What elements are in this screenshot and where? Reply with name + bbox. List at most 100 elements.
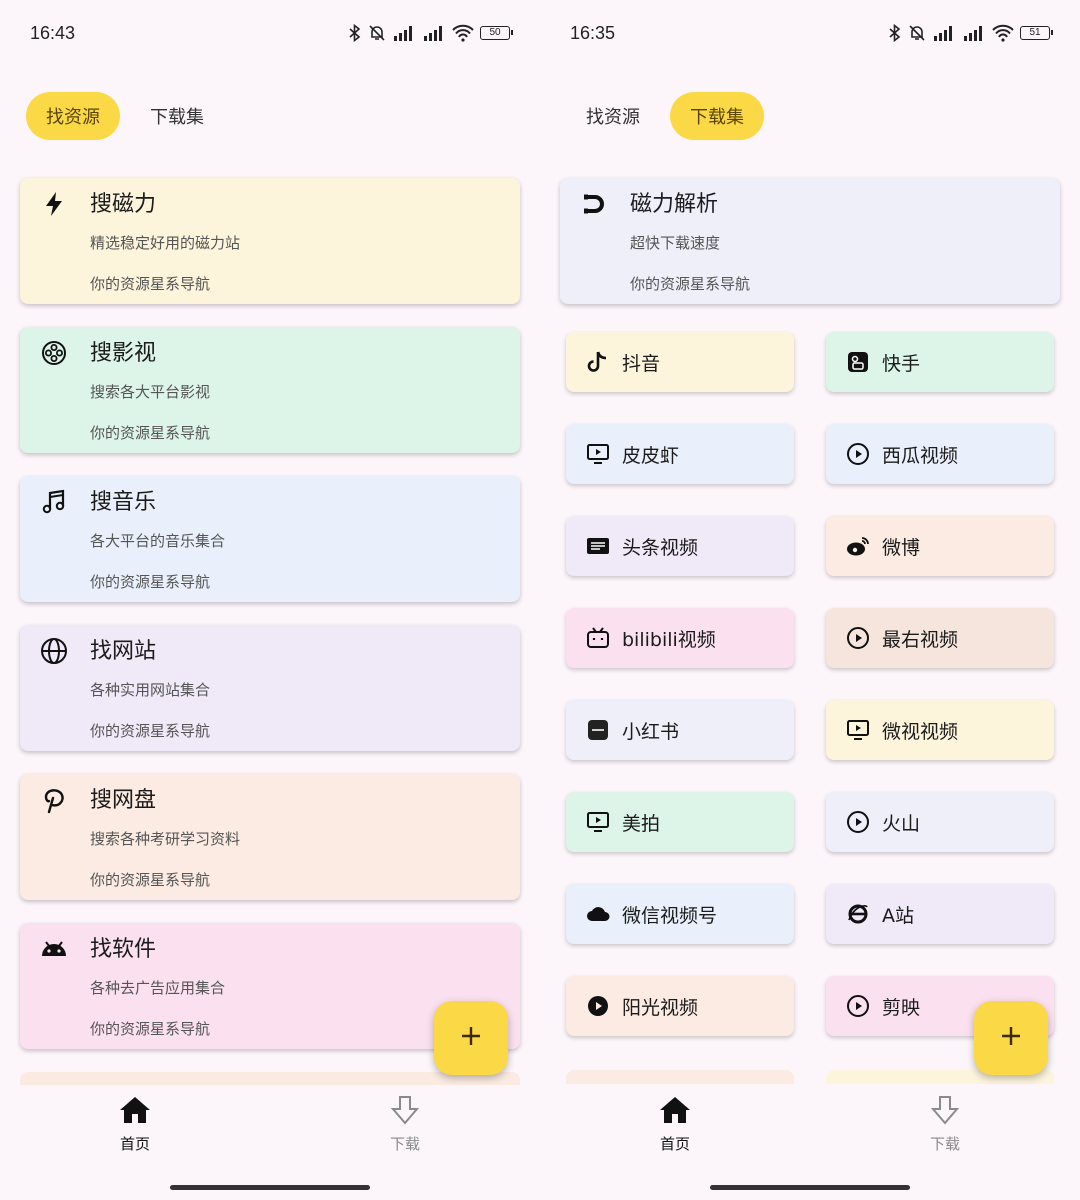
- platform-toutiao[interactable]: 头条视频: [566, 516, 794, 576]
- card-desc: 各种去广告应用集合: [90, 979, 226, 997]
- top-tabs: 找资源 下载集: [26, 92, 224, 140]
- card-desc: 超快下载速度: [630, 234, 721, 252]
- platform-huoshan[interactable]: 火山: [826, 792, 1054, 852]
- card-sub: 你的资源星系导航: [90, 573, 211, 591]
- android-icon: [40, 935, 68, 963]
- status-bar: 16:43 50: [0, 18, 540, 48]
- wifi-icon: [452, 24, 474, 42]
- card-desc: 各大平台的音乐集合: [90, 532, 226, 550]
- tab-download-collection[interactable]: 下载集: [670, 92, 764, 140]
- signal-icon: [392, 24, 416, 42]
- platform-label: 阳光视频: [622, 996, 699, 1019]
- card-partial: [20, 1072, 520, 1086]
- bluetooth-icon: [348, 24, 362, 42]
- bottom-nav: 首页 下载: [0, 1085, 540, 1200]
- nav-home[interactable]: 首页: [540, 1085, 810, 1200]
- platform-weishi[interactable]: 微视视频: [826, 700, 1054, 760]
- weibo-icon: [846, 534, 870, 558]
- screen-home-find: 16:43 50 找资源 下载集 搜磁力 精选稳定好用的磁力站 你的资源星系导航…: [0, 0, 540, 1200]
- add-button[interactable]: [434, 1001, 508, 1075]
- card-sub: 你的资源星系导航: [90, 722, 211, 740]
- bell-muted-icon: [908, 24, 926, 42]
- platform-yangguang[interactable]: 阳光视频: [566, 976, 794, 1036]
- home-icon: [658, 1095, 692, 1129]
- bluetooth-icon: [888, 24, 902, 42]
- status-time: 16:43: [30, 22, 76, 43]
- card-desc: 搜索各大平台影视: [90, 383, 211, 401]
- pinterest-icon: [40, 786, 68, 814]
- tv-play-icon: [586, 442, 610, 466]
- gesture-bar: [170, 1185, 370, 1190]
- platform-label: 美拍: [622, 812, 661, 835]
- card-sub: 你的资源星系导航: [90, 275, 211, 293]
- card-search-magnet[interactable]: 搜磁力 精选稳定好用的磁力站 你的资源星系导航: [20, 178, 520, 304]
- nav-download[interactable]: 下载: [270, 1085, 540, 1200]
- add-button[interactable]: [974, 1001, 1048, 1075]
- platform-label: 小红书: [622, 720, 680, 743]
- platform-label: 微信视频号: [622, 904, 718, 927]
- nav-download[interactable]: 下载: [810, 1085, 1080, 1200]
- platform-zuiyou[interactable]: 最右视频: [826, 608, 1054, 668]
- platform-label: 剪映: [882, 996, 921, 1019]
- tab-download-collection[interactable]: 下载集: [130, 92, 224, 140]
- signal-icon: [962, 24, 986, 42]
- platform-xiaohongshu[interactable]: 小红书: [566, 700, 794, 760]
- platform-weibo[interactable]: 微博: [826, 516, 1054, 576]
- card-title: 搜磁力: [90, 192, 157, 217]
- nav-home[interactable]: 首页: [0, 1085, 270, 1200]
- tab-find-resources[interactable]: 找资源: [566, 92, 660, 140]
- card-desc: 各种实用网站集合: [90, 681, 211, 699]
- platform-label: 皮皮虾: [622, 444, 680, 467]
- card-title: 搜影视: [90, 341, 157, 366]
- toutiao-icon: [586, 534, 610, 558]
- download-arrow-icon: [388, 1095, 422, 1129]
- ie-browser-icon: [846, 902, 870, 926]
- status-time: 16:35: [570, 22, 616, 43]
- tab-find-resources[interactable]: 找资源: [26, 92, 120, 140]
- nav-download-label: 下载: [929, 1135, 960, 1153]
- card-title: 搜网盘: [90, 788, 157, 813]
- play-circle-icon: [846, 442, 870, 466]
- card-sub: 你的资源星系导航: [90, 871, 211, 889]
- nav-home-label: 首页: [659, 1135, 690, 1153]
- platform-douyin[interactable]: 抖音: [566, 332, 794, 392]
- platform-label: 微博: [882, 536, 921, 559]
- signal-icon: [932, 24, 956, 42]
- film-reel-icon: [40, 339, 68, 367]
- platform-kuaishou[interactable]: 快手: [826, 332, 1054, 392]
- platform-meipai[interactable]: 美拍: [566, 792, 794, 852]
- card-title: 找网站: [90, 639, 157, 664]
- home-icon: [118, 1095, 152, 1129]
- platform-wechat-channels[interactable]: 微信视频号: [566, 884, 794, 944]
- tiktok-icon: [586, 350, 610, 374]
- card-search-music[interactable]: 搜音乐 各大平台的音乐集合 你的资源星系导航: [20, 476, 520, 602]
- platform-label: 头条视频: [622, 536, 699, 559]
- platform-acfun[interactable]: A站: [826, 884, 1054, 944]
- platform-label: 快手: [882, 352, 921, 375]
- card-sub: 你的资源星系导航: [90, 1020, 211, 1038]
- bell-muted-icon: [368, 24, 386, 42]
- card-sub: 你的资源星系导航: [630, 275, 751, 293]
- play-circle-icon: [846, 810, 870, 834]
- card-find-websites[interactable]: 找网站 各种实用网站集合 你的资源星系导航: [20, 625, 520, 751]
- plus-icon: [999, 1024, 1023, 1052]
- card-search-netdisk[interactable]: 搜网盘 搜索各种考研学习资料 你的资源星系导航: [20, 774, 520, 900]
- platform-label: 抖音: [622, 352, 661, 375]
- screen-download-collection: 16:35 51 找资源 下载集 磁力解析 超快下载速度 你的资源星系导航 抖音…: [540, 0, 1080, 1200]
- card-sub: 你的资源星系导航: [90, 424, 211, 442]
- globe-icon: [40, 637, 68, 665]
- platform-bilibili[interactable]: bilibili视频: [566, 608, 794, 668]
- platform-pipixia[interactable]: 皮皮虾: [566, 424, 794, 484]
- status-bar: 16:35 51: [540, 18, 1080, 48]
- nav-download-label: 下载: [389, 1135, 420, 1153]
- battery-indicator: 50: [480, 26, 513, 40]
- platform-xigua[interactable]: 西瓜视频: [826, 424, 1054, 484]
- card-magnet-parse[interactable]: 磁力解析 超快下载速度 你的资源星系导航: [560, 178, 1060, 304]
- card-title: 搜音乐: [90, 490, 157, 515]
- plus-icon: [459, 1024, 483, 1052]
- gesture-bar: [710, 1185, 910, 1190]
- card-title: 找软件: [90, 937, 157, 962]
- bilibili-icon: [586, 626, 610, 650]
- music-note-icon: [40, 488, 68, 516]
- card-search-video[interactable]: 搜影视 搜索各大平台影视 你的资源星系导航: [20, 327, 520, 453]
